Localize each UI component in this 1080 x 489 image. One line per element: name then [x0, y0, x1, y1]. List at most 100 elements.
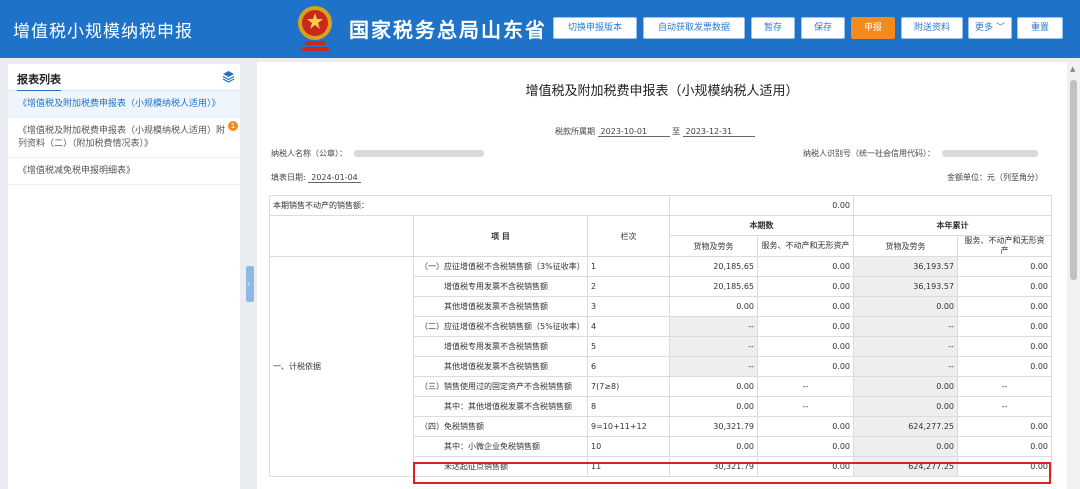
current-services-value[interactable]: 0.00 [757, 316, 854, 337]
fill-date-field[interactable]: 2024-01-04 [308, 173, 361, 183]
sidebar-item-exemption-detail[interactable]: 《增值税减免税申报明细表》 [8, 158, 240, 185]
current-services-value[interactable]: 0.00 [757, 276, 854, 297]
row-col-number: 3 [587, 296, 670, 317]
period-to-field[interactable]: 2023-12-31 [682, 127, 755, 137]
ytd-goods-value[interactable]: 0.00 [853, 296, 958, 317]
current-goods-value[interactable]: 0.00 [669, 396, 758, 417]
header-col: 栏次 [587, 215, 670, 257]
current-goods-value[interactable]: 0.00 [669, 296, 758, 317]
ytd-goods-value[interactable]: -- [853, 356, 958, 377]
row-item-label: （三）销售使用过的固定资产不含税销售额 [413, 376, 588, 397]
fill-date-row: 填表日期: 2024-01-04 [271, 172, 361, 183]
row-col-number: 7(7≥8) [587, 376, 670, 397]
ytd-services-value[interactable]: 0.00 [957, 336, 1052, 357]
current-services-value[interactable]: 0.00 [757, 416, 854, 437]
period-from-field[interactable]: 2023-10-01 [597, 127, 670, 137]
row-col-number: 10 [587, 436, 670, 457]
property-sales-value[interactable]: 0.00 [669, 195, 854, 216]
fill-date-label: 填表日期: [271, 173, 306, 182]
top-bar: 增值税小规模纳税申报 国家税务总局山东省电子税务局 切换申报版本 自动获取发票数… [0, 0, 1080, 58]
current-goods-value[interactable]: 0.00 [669, 436, 758, 457]
ytd-goods-value[interactable]: 36,193.57 [853, 256, 958, 277]
current-goods-value[interactable]: 30,321.79 [669, 416, 758, 437]
more-label: 更多 [975, 23, 994, 33]
current-goods-value[interactable]: 0.00 [669, 376, 758, 397]
row-col-number: 5 [587, 336, 670, 357]
current-services-value[interactable]: -- [757, 396, 854, 417]
current-goods-value[interactable]: 20,185.65 [669, 256, 758, 277]
submit-button[interactable]: 申报 [851, 17, 895, 39]
current-services-value[interactable]: 0.00 [757, 336, 854, 357]
switch-version-button[interactable]: 切换申报版本 [553, 17, 637, 39]
taxpayer-name-redacted [353, 150, 484, 157]
section-label: 一、计税依据 [269, 256, 414, 477]
current-goods-value[interactable]: 20,185.65 [669, 276, 758, 297]
national-emblem-icon [298, 6, 332, 51]
row-item-label: 其中：其他增值税发票不含税销售额 [413, 396, 588, 417]
ytd-goods-value[interactable]: 36,193.57 [853, 276, 958, 297]
current-services-value[interactable]: 0.00 [757, 356, 854, 377]
header-goods: 货物及劳务 [669, 235, 758, 257]
app-title: 增值税小规模纳税申报 [13, 22, 193, 42]
ytd-goods-value[interactable]: -- [853, 316, 958, 337]
period-separator: 至 [672, 127, 681, 136]
taxpayer-name-row: 纳税人名称（公章）： [271, 148, 484, 159]
save-button[interactable]: 保存 [801, 17, 845, 39]
attach-documents-button[interactable]: 附送资料 [901, 17, 963, 39]
row-item-label: （一）应征增值税不含税销售额（3%征收率） [413, 256, 588, 277]
scrollbar-thumb[interactable] [1070, 80, 1077, 280]
ytd-services-value[interactable]: 0.00 [957, 256, 1052, 277]
ytd-services-value[interactable]: 0.00 [957, 356, 1052, 377]
ytd-goods-value[interactable]: 0.00 [853, 396, 958, 417]
ytd-services-value[interactable]: 0.00 [957, 436, 1052, 457]
row-item-label: 增值税专用发票不含税销售额 [413, 336, 588, 357]
reset-button[interactable]: 重置 [1017, 17, 1063, 39]
property-sales-row: 本期销售不动产的销售额： 0.00 [269, 195, 1052, 216]
current-goods-value[interactable]: -- [669, 316, 758, 337]
sidebar-header: 报表列表 [8, 64, 240, 92]
form-panel: 增值税及附加税费申报表（小规模纳税人适用） 税款所属期 2023-10-01 至… [257, 62, 1067, 489]
form-title: 增值税及附加税费申报表（小规模纳税人适用） [525, 84, 799, 99]
ytd-services-value[interactable]: 0.00 [957, 316, 1052, 337]
row-col-number: 4 [587, 316, 670, 337]
row-item-label: 其他增值税发票不含税销售额 [413, 356, 588, 377]
ytd-services-value[interactable]: 0.00 [957, 296, 1052, 317]
header-current: 本期数 [669, 215, 854, 236]
row-col-number: 2 [587, 276, 670, 297]
period-label: 税款所属期 [555, 127, 595, 136]
ytd-services-value[interactable]: 0.00 [957, 416, 1052, 437]
taxpayer-id-row: 纳税人识别号（统一社会信用代码）： [803, 148, 1038, 159]
ytd-goods-value[interactable]: -- [853, 336, 958, 357]
current-services-value[interactable]: 0.00 [757, 296, 854, 317]
current-goods-value[interactable]: -- [669, 356, 758, 377]
amount-unit: 金额单位：元（列至角分） [947, 173, 1043, 182]
sidebar: 报表列表 《增值税及附加税费申报表（小规模纳税人适用）》 《增值税及附加税费申报… [8, 64, 240, 489]
current-goods-value[interactable]: -- [669, 336, 758, 357]
current-services-value[interactable]: -- [757, 376, 854, 397]
stage-button[interactable]: 暂存 [751, 17, 795, 39]
current-services-value[interactable]: 0.00 [757, 436, 854, 457]
scrollbar[interactable]: ▲ [1067, 62, 1080, 489]
row-col-number: 6 [587, 356, 670, 377]
ytd-services-value[interactable]: -- [957, 376, 1052, 397]
row-item-label: （四）免税销售额 [413, 416, 588, 437]
scroll-up-icon[interactable]: ▲ [1070, 65, 1075, 73]
sidebar-item-main-return[interactable]: 《增值税及附加税费申报表（小规模纳税人适用）》 [8, 91, 240, 118]
chevron-left-icon: ‹ [247, 279, 251, 288]
current-services-value[interactable]: 0.00 [757, 256, 854, 277]
bureau-name: 国家税务总局山东省电子税务局 [349, 18, 549, 42]
table-row: 一、计税依据 （一）应征增值税不含税销售额（3%征收率） 1 20,185.65 0.0… [269, 256, 1052, 477]
layers-icon[interactable] [222, 70, 235, 83]
row-item-label: 增值税专用发票不含税销售额 [413, 276, 588, 297]
ytd-goods-value[interactable]: 0.00 [853, 436, 958, 457]
ytd-goods-value[interactable]: 624,277.25 [853, 416, 958, 437]
ytd-services-value[interactable]: -- [957, 396, 1052, 417]
ytd-goods-value[interactable]: 0.00 [853, 376, 958, 397]
sidebar-collapse-handle[interactable]: ‹ [246, 266, 254, 302]
ytd-services-value[interactable]: 0.00 [957, 276, 1052, 297]
auto-fetch-invoice-button[interactable]: 自动获取发票数据 [643, 17, 745, 39]
more-button[interactable]: 更多 ﹀ [968, 17, 1012, 39]
highlight-box [413, 462, 1051, 484]
sidebar-item-attachment-2[interactable]: 《增值税及附加税费申报表（小规模纳税人适用）附列资料（二）（附加税费情况表）》 … [8, 118, 240, 158]
row-col-number: 8 [587, 396, 670, 417]
